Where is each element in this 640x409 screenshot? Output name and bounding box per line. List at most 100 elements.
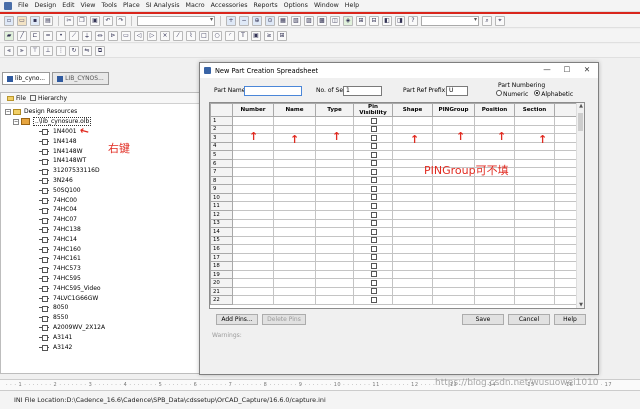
table-cell[interactable] <box>273 261 316 271</box>
tree-part-item[interactable]: A2009WV_2X12A <box>5 323 199 333</box>
table-cell[interactable] <box>554 124 579 135</box>
table-cell[interactable] <box>554 167 579 177</box>
table-cell[interactable] <box>474 184 515 194</box>
table-cell[interactable] <box>273 150 316 160</box>
table-cell[interactable] <box>315 252 354 263</box>
checkbox-icon[interactable] <box>371 168 377 175</box>
pin-visibility-cell[interactable] <box>353 278 393 288</box>
table-cell[interactable] <box>474 252 515 263</box>
table-cell[interactable] <box>232 150 274 160</box>
tab-file[interactable]: File <box>7 95 26 102</box>
table-cell[interactable] <box>273 175 316 186</box>
bus-entry-icon[interactable]: ⟋ <box>69 30 79 41</box>
table-cell[interactable] <box>474 278 515 288</box>
table-cell[interactable] <box>514 116 555 126</box>
column-header-shape[interactable]: Shape <box>392 103 433 117</box>
prefix-input[interactable]: U <box>446 86 468 96</box>
align-left-icon[interactable]: ⫷ <box>4 45 14 56</box>
column-header-type[interactable]: Type <box>315 103 354 117</box>
table-cell[interactable] <box>474 218 515 229</box>
collapse-icon[interactable]: − <box>5 108 11 115</box>
table-cell[interactable] <box>232 252 274 263</box>
pin-visibility-cell[interactable] <box>353 235 393 246</box>
table-cell[interactable] <box>232 175 274 186</box>
table-cell[interactable] <box>432 210 475 220</box>
table-cell[interactable] <box>514 192 555 203</box>
table-cell[interactable] <box>315 244 354 254</box>
checkbox-icon[interactable] <box>371 262 377 269</box>
table-cell[interactable] <box>554 116 579 126</box>
copy-icon[interactable]: ❐ <box>77 15 87 26</box>
table-cell[interactable] <box>273 227 316 237</box>
mirror-icon[interactable]: ⇋ <box>82 45 92 56</box>
table-cell[interactable] <box>232 192 274 203</box>
table-cell[interactable] <box>392 192 433 203</box>
cancel-button[interactable]: Cancel <box>508 314 550 325</box>
table-cell[interactable] <box>232 141 274 152</box>
table-cell[interactable] <box>232 269 274 280</box>
pin-visibility-cell[interactable] <box>353 175 393 186</box>
tab-lib-cyno[interactable]: lib_cyno... <box>2 72 51 85</box>
redo-icon[interactable]: ↷ <box>116 15 126 26</box>
table-cell[interactable] <box>315 167 354 177</box>
vertical-scrollbar[interactable]: ▲ ▼ <box>576 103 584 308</box>
table-cell[interactable] <box>315 218 354 229</box>
table-cell[interactable] <box>232 295 274 306</box>
table-cell[interactable] <box>232 235 274 246</box>
table-cell[interactable] <box>514 269 555 280</box>
menu-item-place[interactable]: Place <box>123 2 140 9</box>
table-cell[interactable] <box>432 286 475 297</box>
table-cell[interactable] <box>315 184 354 194</box>
table-cell[interactable] <box>392 227 433 237</box>
distribute-icon[interactable]: ⋮ <box>56 45 66 56</box>
table-cell[interactable] <box>432 218 475 229</box>
line-icon[interactable]: ⁄ <box>173 30 183 41</box>
tree-part-item[interactable]: 74HC595 <box>5 274 199 284</box>
table-cell[interactable] <box>474 150 515 160</box>
checkbox-icon[interactable] <box>371 228 377 235</box>
table-cell[interactable] <box>554 252 579 263</box>
pin-visibility-cell[interactable] <box>353 133 393 143</box>
part-combo[interactable] <box>137 15 215 26</box>
checkbox-icon[interactable] <box>371 211 377 218</box>
checkbox-icon[interactable] <box>371 237 377 244</box>
ieee-icon[interactable]: ≥ <box>264 30 274 41</box>
tree-part-item[interactable]: 1N4148WT <box>5 156 199 166</box>
menu-item-file[interactable]: File <box>18 2 29 9</box>
pin-visibility-cell[interactable] <box>353 261 393 271</box>
checkbox-icon[interactable] <box>371 288 377 295</box>
table-cell[interactable] <box>392 210 433 220</box>
table-cell[interactable] <box>554 158 579 169</box>
menu-item-view[interactable]: View <box>81 2 96 9</box>
polyline-icon[interactable]: ⌇ <box>186 30 196 41</box>
table-cell[interactable] <box>554 286 579 297</box>
table-cell[interactable] <box>432 295 475 306</box>
pin-visibility-cell[interactable] <box>353 295 393 306</box>
table-cell[interactable] <box>315 116 354 126</box>
table-cell[interactable] <box>392 184 433 194</box>
add-pins-button[interactable]: Add Pins... <box>216 314 258 325</box>
tree-part-item[interactable]: 8050 <box>5 303 199 313</box>
tree-part-item[interactable]: 1N4001 <box>5 127 199 137</box>
checkbox-icon[interactable] <box>371 117 377 124</box>
table-cell[interactable] <box>432 141 475 152</box>
rotate-icon[interactable]: ↻ <box>69 45 79 56</box>
pin-visibility-cell[interactable] <box>353 141 393 152</box>
pin-visibility-cell[interactable] <box>353 244 393 254</box>
table-cell[interactable] <box>232 261 274 271</box>
table-cell[interactable] <box>315 158 354 169</box>
table-cell[interactable] <box>392 295 433 306</box>
offpage-icon[interactable]: ⊳ <box>108 30 118 41</box>
table-cell[interactable] <box>392 218 433 229</box>
checkbox-icon[interactable] <box>371 194 377 201</box>
checkbox-icon[interactable] <box>371 271 377 278</box>
close-button[interactable]: ✕ <box>580 65 594 76</box>
table-cell[interactable] <box>514 278 555 288</box>
zoom-all-icon[interactable]: ⊙ <box>265 15 275 26</box>
new-icon[interactable]: ▫ <box>4 15 14 26</box>
pin-visibility-cell[interactable] <box>353 252 393 263</box>
table-cell[interactable] <box>514 184 555 194</box>
tree-part-item[interactable]: 1N4148 <box>5 136 199 146</box>
table-cell[interactable] <box>232 184 274 194</box>
table-cell[interactable] <box>554 175 579 186</box>
